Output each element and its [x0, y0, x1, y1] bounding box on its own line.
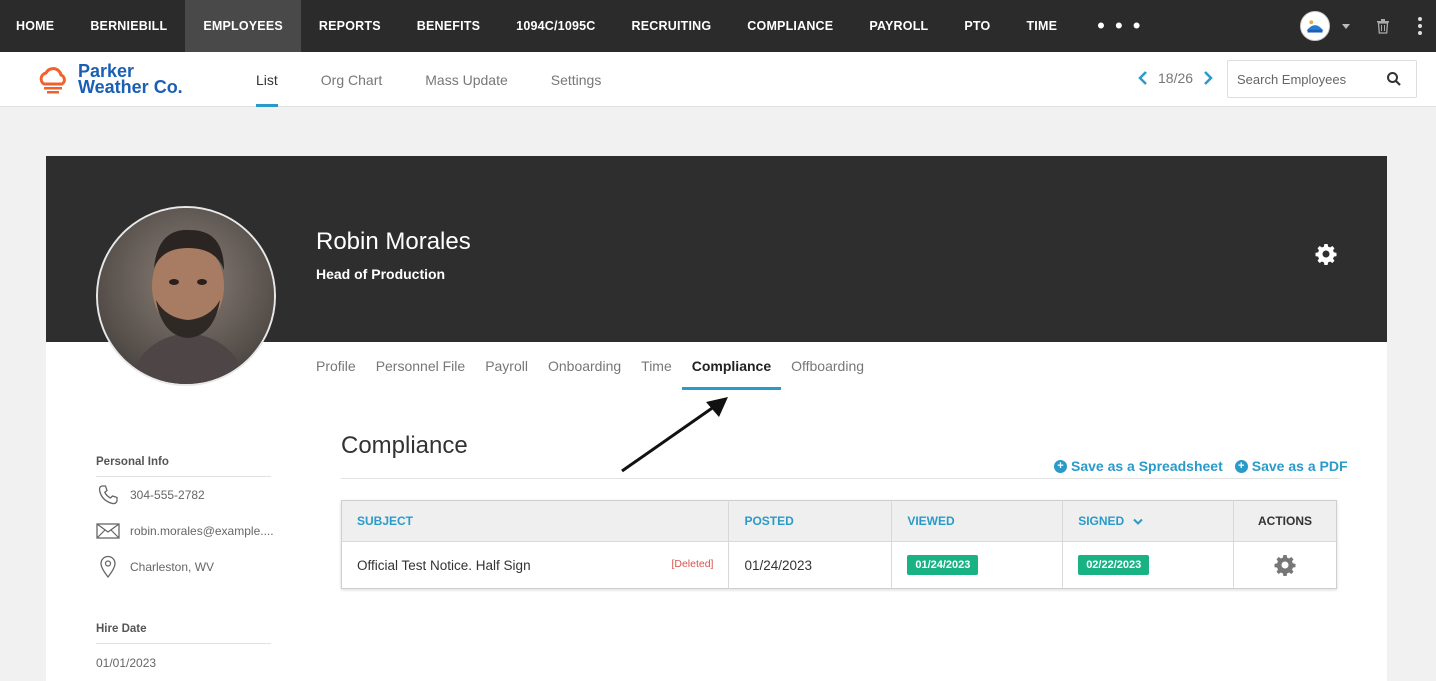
compliance-title: Compliance [341, 432, 468, 459]
search-input[interactable] [1228, 71, 1378, 87]
hire-date-value: 01/01/2023 [96, 656, 157, 670]
nav-employees[interactable]: EMPLOYEES [185, 0, 301, 52]
chevron-down-icon[interactable] [1342, 23, 1350, 29]
profile-tabs: Profile Personnel File Payroll Onboardin… [316, 342, 884, 390]
save-spreadsheet-link[interactable]: + Save as a Spreadsheet [1054, 458, 1223, 474]
employee-subtabs: List Org Chart Mass Update Settings [256, 52, 644, 107]
save-spreadsheet-label: Save as a Spreadsheet [1071, 458, 1223, 474]
employee-title: Head of Production [316, 266, 446, 282]
employee-card: Robin Morales Head of Production Profile… [46, 156, 1387, 681]
sub-header: Parker Weather Co. List Org Chart Mass U… [0, 52, 1436, 107]
subtab-org-chart[interactable]: Org Chart [321, 52, 382, 107]
save-pdf-link[interactable]: + Save as a PDF [1234, 458, 1348, 474]
viewed-cell: 01/24/2023 [891, 541, 1064, 589]
subject-cell: Official Test Notice. Half Sign [Deleted… [341, 541, 730, 589]
email-row[interactable]: robin.morales@example.... [96, 513, 274, 549]
column-subject[interactable]: SUBJECT [341, 500, 730, 542]
table-row[interactable]: Official Test Notice. Half Sign [Deleted… [341, 541, 1337, 589]
location-text: Charleston, WV [130, 560, 215, 574]
row-posted: 01/24/2023 [728, 541, 893, 589]
nav-payroll[interactable]: PAYROLL [851, 0, 946, 52]
employee-name: Robin Morales [316, 228, 471, 255]
deleted-badge: [Deleted] [671, 557, 714, 570]
subtab-mass-update[interactable]: Mass Update [425, 52, 507, 107]
cloud-logo-icon [39, 67, 66, 94]
column-signed-header[interactable]: SIGNED [1062, 500, 1235, 542]
phone-number: 304-555-2782 [130, 488, 205, 502]
viewed-badge: 01/24/2023 [907, 555, 979, 575]
tab-payroll[interactable]: Payroll [485, 342, 528, 390]
company-logo[interactable]: Parker Weather Co. [36, 62, 183, 96]
envelope-icon [96, 519, 120, 543]
column-posted[interactable]: POSTED [728, 500, 893, 542]
nav-right-tools [1300, 0, 1436, 52]
employee-pager: 18/26 [1136, 70, 1215, 86]
nav-berniebill[interactable]: BERNIEBILL [72, 0, 185, 52]
nav-home[interactable]: HOME [0, 0, 72, 52]
location-row: Charleston, WV [96, 549, 271, 585]
export-links: + Save as a Spreadsheet + Save as a PDF [1054, 458, 1348, 474]
actions-cell [1233, 541, 1337, 589]
table-header-row: SUBJECT POSTED VIEWED SIGNED ACTIONS [341, 500, 1337, 542]
nav-benefits[interactable]: BENEFITS [399, 0, 498, 52]
phone-row[interactable]: 304-555-2782 [96, 477, 271, 513]
nav-more-button[interactable]: • • • [1075, 0, 1162, 52]
tab-compliance[interactable]: Compliance [681, 342, 782, 390]
phone-icon [96, 483, 120, 507]
top-navigation: HOME BERNIEBILL EMPLOYEES REPORTS BENEFI… [0, 0, 1436, 52]
pager-count: 18/26 [1158, 70, 1194, 86]
signed-badge: 02/22/2023 [1078, 555, 1150, 575]
divider [341, 478, 1339, 479]
trash-icon[interactable] [1372, 15, 1394, 37]
save-pdf-label: Save as a PDF [1251, 458, 1348, 474]
tab-profile[interactable]: Profile [316, 342, 356, 390]
row-subject: Official Test Notice. Half Sign [357, 557, 531, 573]
personal-info-heading: Personal Info [96, 456, 271, 477]
tab-onboarding[interactable]: Onboarding [548, 342, 621, 390]
kebab-menu-icon[interactable] [1412, 15, 1428, 37]
column-actions: ACTIONS [1233, 500, 1337, 542]
chevron-right-icon[interactable] [1201, 70, 1215, 86]
nav-pto[interactable]: PTO [946, 0, 1008, 52]
logo-line2: Weather Co. [78, 77, 183, 97]
chevron-down-icon [1132, 518, 1143, 525]
tab-offboarding[interactable]: Offboarding [791, 342, 864, 390]
subtab-list[interactable]: List [256, 52, 278, 107]
nav-compliance[interactable]: COMPLIANCE [729, 0, 851, 52]
column-signed: SIGNED [1078, 514, 1125, 528]
column-viewed[interactable]: VIEWED [891, 500, 1064, 542]
tab-time[interactable]: Time [641, 342, 672, 390]
personal-info-sidebar: Personal Info 304-555-2782 robin.morales… [96, 456, 274, 670]
plus-circle-icon: + [1054, 459, 1067, 473]
employee-photo [96, 206, 276, 386]
nav-reports[interactable]: REPORTS [301, 0, 399, 52]
nav-recruiting[interactable]: RECRUITING [614, 0, 730, 52]
gear-icon[interactable] [1314, 242, 1338, 266]
annotation-arrow-icon [621, 397, 728, 473]
nav-1094c-1095c[interactable]: 1094C/1095C [498, 0, 613, 52]
chevron-left-icon[interactable] [1136, 70, 1150, 86]
hire-date-heading: Hire Date [96, 623, 271, 644]
search-box [1227, 60, 1417, 98]
location-pin-icon [96, 555, 120, 579]
tab-personnel-file[interactable]: Personnel File [376, 342, 466, 390]
gear-icon[interactable] [1273, 553, 1297, 577]
subtab-settings[interactable]: Settings [551, 52, 602, 107]
user-avatar[interactable] [1300, 11, 1330, 41]
email-address: robin.morales@example.... [130, 524, 274, 538]
nav-time[interactable]: TIME [1008, 0, 1075, 52]
plus-circle-icon: + [1234, 459, 1248, 473]
avatar-logo-icon [1301, 12, 1329, 40]
search-icon[interactable] [1386, 71, 1402, 87]
signed-cell: 02/22/2023 [1062, 541, 1235, 589]
compliance-table: SUBJECT POSTED VIEWED SIGNED ACTIONS Off… [341, 500, 1337, 589]
